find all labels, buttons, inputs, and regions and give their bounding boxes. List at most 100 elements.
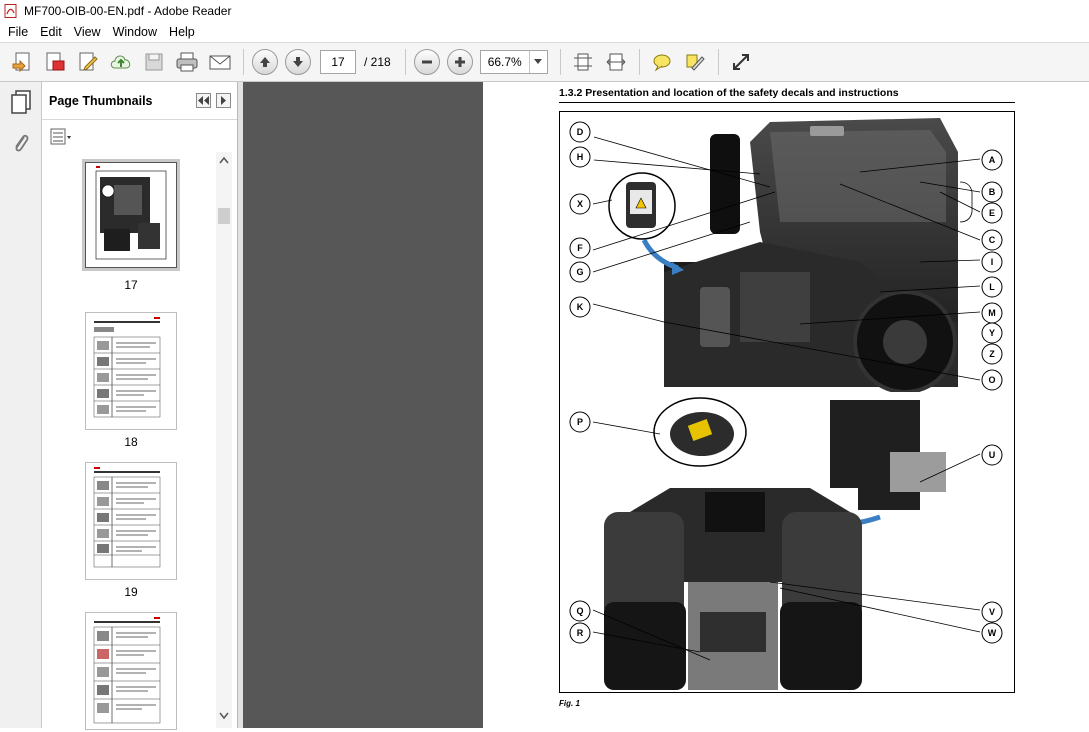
thumbnail-label-19: 19 — [124, 585, 138, 599]
page-number-input[interactable]: 17 — [320, 50, 356, 74]
collapse-panel-button[interactable] — [196, 93, 211, 108]
toolbar-separator — [559, 49, 561, 75]
svg-text:E: E — [989, 208, 995, 218]
arrow-down-icon — [293, 57, 303, 67]
upload-button[interactable] — [107, 48, 135, 76]
callout-L: L — [981, 276, 1003, 298]
callout-O: O — [981, 369, 1003, 391]
callout-K: K — [569, 296, 591, 318]
menu-help[interactable]: Help — [163, 25, 201, 39]
tractor-illustration: D H X F G K P Q R A B E C I L M Y Z O U … — [569, 118, 1003, 690]
scrollbar-thumb[interactable] — [218, 208, 230, 224]
chevron-right-icon — [221, 96, 226, 105]
create-pdf-icon — [12, 52, 30, 73]
callout-I: I — [981, 251, 1003, 273]
svg-text:C: C — [989, 235, 996, 245]
print-button[interactable] — [173, 48, 201, 76]
thumbnail-page-19[interactable] — [85, 462, 177, 580]
pdf-file-icon — [4, 4, 17, 18]
zoom-select[interactable]: 66.7% — [479, 50, 548, 74]
navigation-pane-strip — [0, 82, 42, 728]
zoom-value: 66.7% — [487, 55, 522, 69]
fit-width-button[interactable] — [602, 48, 630, 76]
fit-width-icon — [606, 53, 626, 71]
edit-pdf-button[interactable] — [74, 48, 102, 76]
scroll-up-icon[interactable] — [219, 156, 229, 164]
svg-text:X: X — [577, 199, 583, 209]
toolbar-separator — [638, 49, 640, 75]
save-button[interactable] — [140, 48, 168, 76]
thumbnails-icon — [6, 88, 32, 114]
comment-icon — [653, 54, 671, 72]
full-screen-button[interactable] — [727, 48, 755, 76]
thumbnail-list: 17 18 19 — [46, 152, 216, 730]
fit-page-button[interactable] — [569, 48, 597, 76]
callout-R: R — [569, 622, 591, 644]
menu-edit[interactable]: Edit — [34, 25, 68, 39]
svg-text:Y: Y — [989, 328, 995, 338]
svg-text:R: R — [577, 628, 584, 638]
zoom-in-button[interactable] — [446, 49, 473, 75]
callout-U: U — [981, 444, 1003, 466]
comment-button[interactable] — [648, 48, 676, 76]
svg-text:F: F — [577, 243, 583, 253]
thumbnail-page-18[interactable] — [85, 312, 177, 430]
thumbnail-page-17[interactable] — [85, 162, 177, 268]
previous-page-button[interactable] — [252, 49, 278, 75]
menu-view[interactable]: View — [68, 25, 107, 39]
svg-text:K: K — [577, 302, 584, 312]
callout-G: G — [569, 261, 591, 283]
thumbnail-options-button[interactable] — [50, 128, 72, 146]
page-total: / 218 — [364, 55, 391, 69]
menu-window[interactable]: Window — [107, 25, 163, 39]
section-title: 1.3.2 Presentation and location of the s… — [559, 87, 1015, 103]
thumbnails-title: Page Thumbnails — [49, 93, 153, 108]
svg-text:Q: Q — [576, 606, 583, 616]
envelope-icon — [209, 55, 231, 70]
callout-E: E — [981, 202, 1003, 224]
callout-V: V — [981, 601, 1003, 623]
svg-text:M: M — [988, 308, 996, 318]
create-pdf-button[interactable] — [8, 48, 36, 76]
thumbnail-scrollbar[interactable] — [216, 152, 232, 728]
svg-text:O: O — [988, 375, 995, 385]
attachments-tab[interactable] — [7, 130, 35, 158]
toolbar-separator — [404, 49, 406, 75]
next-page-button[interactable] — [285, 49, 311, 75]
save-icon — [145, 53, 163, 71]
plus-icon — [454, 57, 465, 67]
highlight-text-icon — [686, 54, 705, 71]
export-pdf-icon — [46, 52, 65, 71]
export-pdf-button[interactable] — [41, 48, 69, 76]
zoom-out-button[interactable] — [413, 49, 440, 75]
svg-text:A: A — [989, 155, 996, 165]
thumbnail-label-18: 18 — [124, 435, 138, 449]
svg-text:H: H — [577, 152, 584, 162]
thumbnail-page-20[interactable] — [85, 612, 177, 730]
thumbnail-label-17: 17 — [124, 278, 138, 292]
callout-P: P — [569, 411, 591, 433]
svg-text:Z: Z — [989, 349, 995, 359]
callout-H: H — [569, 146, 591, 168]
callout-D: D — [569, 121, 591, 143]
panel-forward-button[interactable] — [216, 93, 231, 108]
svg-text:U: U — [989, 450, 996, 460]
svg-text:W: W — [988, 628, 997, 638]
svg-text:B: B — [989, 187, 996, 197]
menu-file[interactable]: File — [2, 25, 34, 39]
chevron-down-icon[interactable] — [528, 51, 547, 73]
print-icon — [176, 52, 198, 72]
email-button[interactable] — [206, 48, 234, 76]
toolbar-separator — [717, 49, 719, 75]
svg-text:D: D — [577, 127, 584, 137]
pdf-page: 1.3.2 Presentation and location of the s… — [483, 82, 1089, 728]
arrow-up-icon — [260, 57, 270, 67]
svg-text:G: G — [576, 267, 583, 277]
edit-document-icon — [79, 52, 98, 71]
scroll-down-icon[interactable] — [219, 712, 229, 720]
callout-M: M — [981, 302, 1003, 324]
paperclip-icon — [15, 134, 29, 152]
highlight-button[interactable] — [681, 48, 709, 76]
expand-icon — [732, 54, 749, 70]
callout-C: C — [981, 229, 1003, 251]
